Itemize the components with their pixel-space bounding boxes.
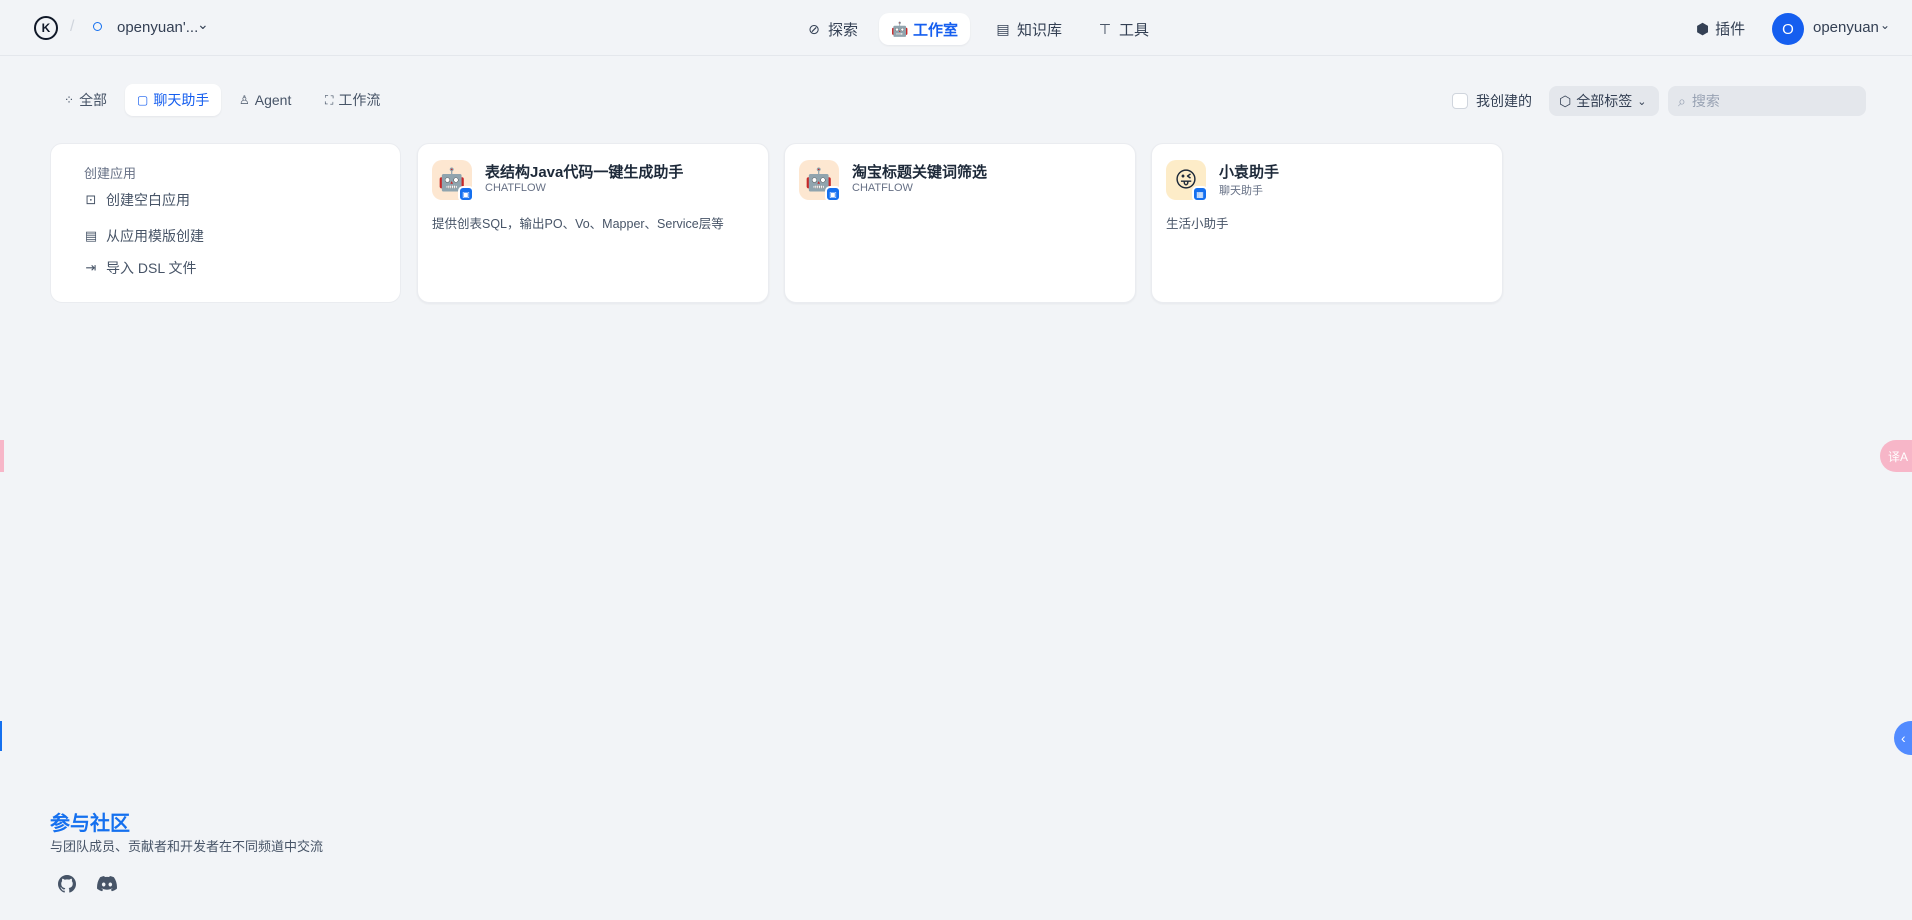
created-by-me-checkbox[interactable] [1452, 93, 1468, 109]
create-app-title: 创建应用 [84, 166, 137, 181]
workspace-name[interactable]: openyuan'... [117, 19, 198, 36]
plugins-button[interactable]: ⬢ 插件 [1696, 18, 1745, 39]
import-dsl-button[interactable]: ⇥ 导入 DSL 文件 [84, 258, 197, 278]
grid-icon: ⁘ [64, 93, 75, 107]
cube-icon: ⬢ [1696, 20, 1710, 38]
tab-agent[interactable]: ♙ Agent [227, 84, 303, 116]
side-tab[interactable] [0, 440, 4, 472]
hammer-icon: ⊤ [1098, 20, 1112, 37]
search-box[interactable]: ⌕ [1668, 86, 1866, 116]
username[interactable]: openyuan [1813, 19, 1879, 36]
discord-icon[interactable] [93, 870, 121, 898]
search-icon: ⌕ [1678, 92, 1686, 109]
app-name: 小袁助手 [1219, 164, 1280, 181]
collapse-arrow-icon[interactable]: ‹ [1894, 721, 1912, 755]
created-by-me-filter[interactable]: 我创建的 [1452, 91, 1532, 111]
workflow-icon: ⛶ [325, 92, 334, 107]
community-title: 参与社区 [50, 813, 130, 835]
app-description: 提供创表SQL，输出PO、Vo、Mapper、Service层等 [432, 217, 724, 231]
app-type: CHATFLOW [852, 182, 913, 194]
translate-icon[interactable]: 译A [1880, 440, 1912, 472]
import-icon: ⇥ [85, 260, 97, 275]
robot-icon: 🤖 [891, 20, 909, 37]
tag-filter-select[interactable]: ⬡ 全部标签 ⌄ [1549, 86, 1659, 116]
tab-all[interactable]: ⁘ 全部 [52, 84, 119, 116]
header-divider: / [70, 18, 75, 35]
chevron-down-icon[interactable]: ⌄ [197, 16, 209, 33]
create-blank-app-button[interactable]: ⊡ 创建空白应用 [84, 190, 190, 210]
create-from-template-button[interactable]: ▤ 从应用模版创建 [84, 226, 204, 246]
app-type: CHATFLOW [485, 182, 546, 194]
template-icon: ▤ [84, 228, 98, 243]
chat-badge-icon: ▣ [825, 186, 841, 202]
avatar[interactable]: O [1772, 13, 1804, 45]
tab-workflow[interactable]: ⛶ 工作流 [313, 84, 392, 116]
top-header: K / openyuan'... ⌄ ⊘ 探索 🤖 工作室 ▤ 知识库 ⊤ 工具… [0, 0, 1912, 56]
search-input[interactable] [1691, 93, 1852, 109]
nav-explore[interactable]: ⊘ 探索 [794, 13, 870, 45]
github-icon[interactable] [53, 870, 81, 898]
nav-studio[interactable]: 🤖 工作室 [879, 13, 971, 45]
nav-knowledge[interactable]: ▤ 知识库 [983, 13, 1074, 45]
chevron-down-icon[interactable]: ⌄ [1880, 18, 1890, 32]
app-logo-icon[interactable]: K [34, 16, 58, 40]
app-card[interactable]: 😜 ▦ 小袁助手 聊天助手 生活小助手 [1151, 143, 1503, 303]
agent-icon: ♙ [239, 93, 250, 107]
chat-assistant-badge-icon: ▦ [1192, 186, 1208, 202]
new-file-icon: ⊡ [85, 192, 97, 207]
create-app-card: 创建应用 ⊡ 创建空白应用 ▤ 从应用模版创建 ⇥ 导入 DSL 文件 [50, 143, 401, 303]
app-name: 表结构Java代码一键生成助手 [485, 164, 684, 181]
chat-bot-icon: ▢ [137, 93, 149, 107]
workspace-icon [93, 22, 102, 31]
app-description: 生活小助手 [1166, 217, 1229, 231]
book-icon: ▤ [996, 20, 1010, 37]
chat-badge-icon: ▣ [458, 186, 474, 202]
app-name: 淘宝标题关键词筛选 [852, 164, 988, 181]
side-indicator [0, 721, 2, 751]
tag-icon: ⬡ [1559, 92, 1572, 109]
compass-icon: ⊘ [808, 20, 820, 37]
app-card[interactable]: 🤖 ▣ 表结构Java代码一键生成助手 CHATFLOW 提供创表SQL，输出P… [417, 143, 769, 303]
chevron-down-icon: ⌄ [1637, 95, 1647, 108]
app-card[interactable]: 🤖 ▣ 淘宝标题关键词筛选 CHATFLOW [784, 143, 1136, 303]
tab-chat-assistant[interactable]: ▢ 聊天助手 [125, 84, 222, 116]
nav-tools[interactable]: ⊤ 工具 [1085, 13, 1161, 45]
community-subtitle: 与团队成员、贡献者和开发者在不同频道中交流 [50, 839, 324, 854]
app-type: 聊天助手 [1219, 185, 1263, 197]
